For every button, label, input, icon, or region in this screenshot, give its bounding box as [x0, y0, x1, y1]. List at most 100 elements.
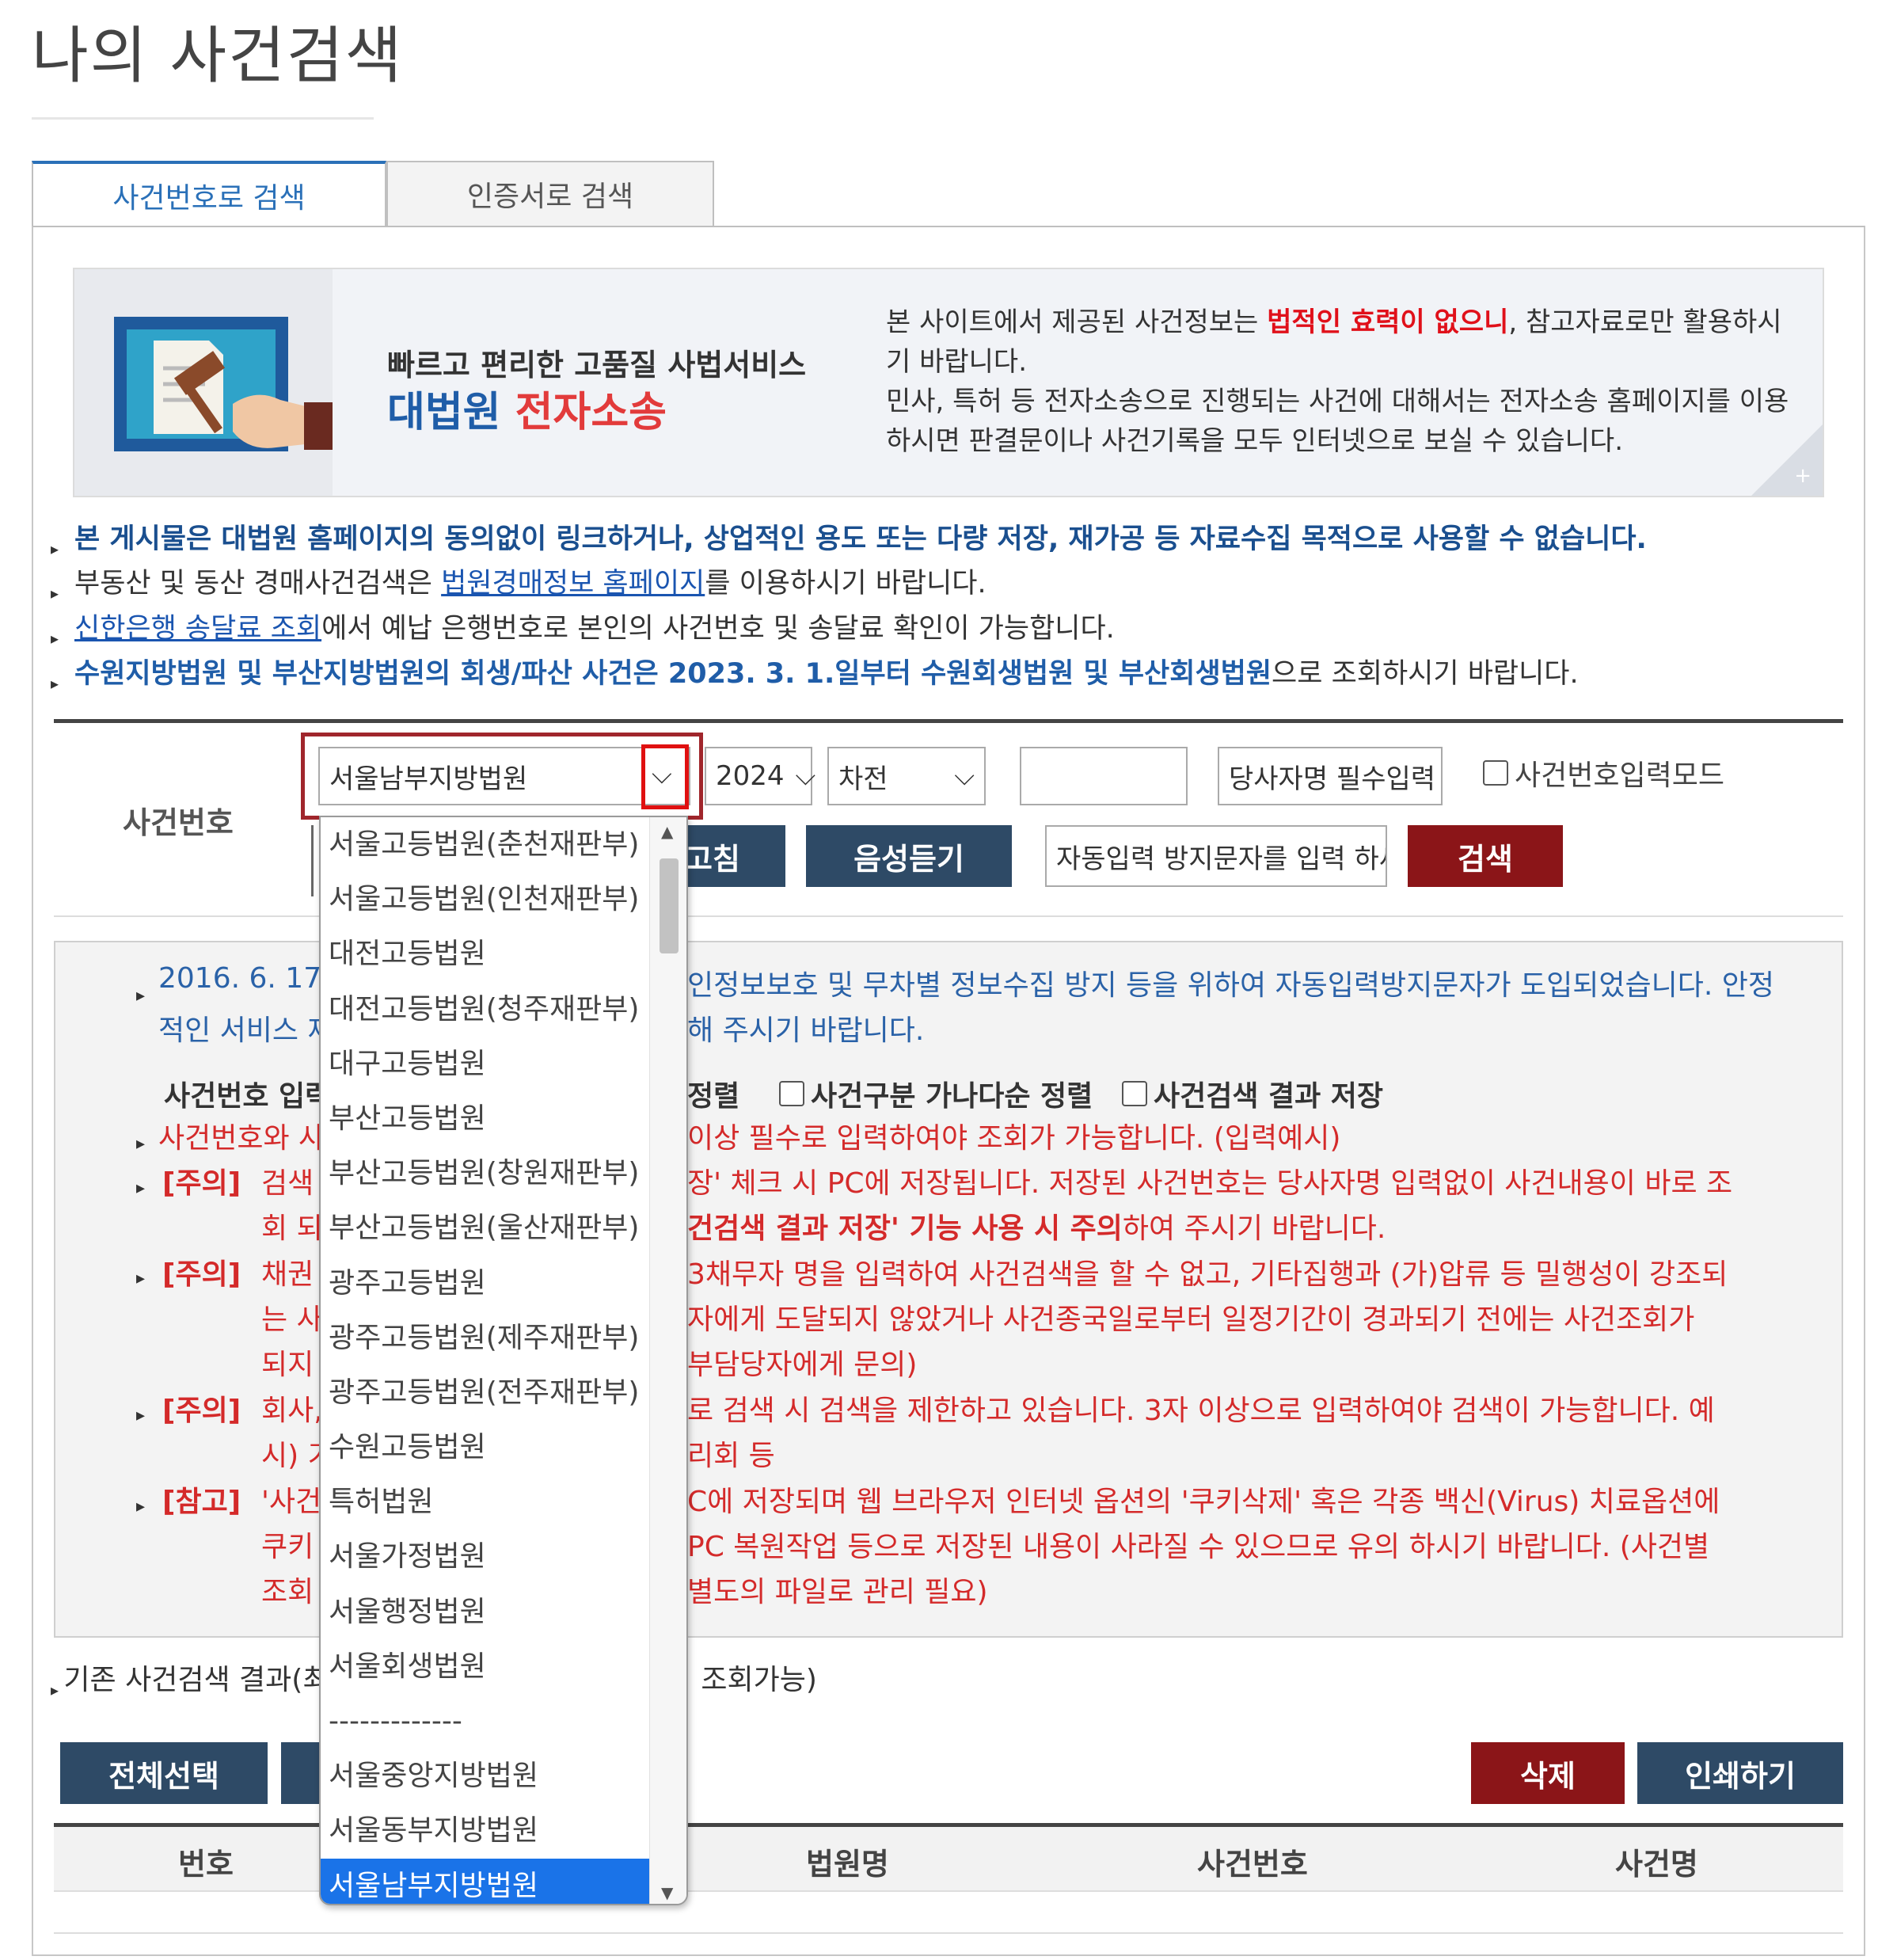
caution-text-6: 부담당자에게 문의) [687, 1349, 918, 1381]
bullet-arrow-icon: ▸ [136, 1134, 146, 1154]
notice-captcha-date: 2016. 6. 17. [158, 962, 331, 995]
case-serial-input[interactable] [1020, 747, 1188, 805]
reference-text: '사건 [261, 1486, 322, 1518]
column-header-court: 법원명 [806, 1847, 889, 1882]
caution-text: 검색 [261, 1167, 314, 1200]
case-number-mode-checkbox[interactable]: 사건번호입력모드 [1483, 752, 1724, 794]
captcha-audio-button[interactable]: 음성듣기 [806, 825, 1012, 887]
brand-ecourt: 전자소송 [515, 389, 667, 436]
chevron-down-icon: ⌵ [795, 760, 816, 792]
delete-button[interactable]: 삭제 [1471, 1742, 1625, 1804]
caution-text-3: 회 되 [261, 1212, 323, 1245]
notice-bullet-2: ▸ 부동산 및 동산 경매사건검색은 법원경매정보 홈페이지를 이용하시기 바랍니… [51, 568, 987, 603]
court-option[interactable]: 서울행정법원 [321, 1585, 652, 1639]
bullet-arrow-icon: ▸ [136, 1178, 146, 1198]
reference-text-5: 조회 [261, 1576, 314, 1608]
scroll-down-arrow-icon[interactable]: ▼ [661, 1883, 673, 1902]
court-option[interactable]: 부산고등법원(창원재판부) [321, 1146, 652, 1201]
page-title: 나의 사건검색 [32, 21, 404, 92]
column-header-number: 번호 [178, 1847, 234, 1882]
table-row-divider [54, 1932, 1843, 1934]
captcha-image-edge [311, 825, 316, 896]
court-option[interactable]: 서울동부지방법원 [321, 1803, 652, 1858]
year-select[interactable]: 2024 ⌵ [705, 747, 815, 805]
caution-text-2: 3채무자 명을 입력하여 사건검색을 할 수 없고, 기타집행과 (가)압류 등… [687, 1258, 1728, 1291]
caution-text-3: 는 사 [261, 1303, 323, 1336]
banner-more-corner[interactable] [1751, 424, 1823, 496]
reference-text-4: PC 복원작업 등으로 저장된 내용이 사라질 수 있으므로 유의 하시기 바랍… [687, 1531, 1710, 1563]
scrollbar-thumb[interactable] [660, 858, 679, 953]
court-option[interactable]: 서울남부지방법원 [321, 1858, 652, 1904]
search-button[interactable]: 검색 [1408, 825, 1563, 887]
chevron-down-icon: ⌵ [954, 760, 975, 792]
notice-required-text-2: 이상 필수로 입력하여야 조회가 가능합니다. (입력예시) [687, 1122, 1341, 1155]
banner-tagline: 빠르고 편리한 고품질 사법서비스 [387, 348, 807, 382]
banner-notice: 본 사이트에서 제공된 사건정보는 법적인 효력이 없으니, 참고자료로만 활용… [886, 306, 1789, 457]
court-option[interactable]: 부산고등법원(울산재판부) [321, 1201, 652, 1255]
caution-text-2: 로 검색 시 검색을 제한하고 있습니다. 3자 이상으로 입력하여야 검색이 … [687, 1395, 1715, 1427]
dropdown-options: 서울고등법원(춘천재판부) 서울고등법원(인천재판부) 대전고등법원 대전고등법원(청… [321, 817, 652, 1904]
sort-option-label: 정렬 [687, 1080, 740, 1113]
caution-text-2: 장' 체크 시 PC에 저장됩니다. 저장된 사건번호는 당사자명 입력없이 사… [687, 1167, 1733, 1200]
brand-court: 대법원 [387, 389, 501, 436]
ecourt-banner[interactable]: 빠르고 편리한 고품질 사법서비스 대법원 전자소송 본 사이트에서 제공된 사… [73, 268, 1824, 497]
banner-illustration [74, 269, 333, 496]
court-option[interactable]: 대전고등법원 [321, 927, 652, 981]
auction-site-link[interactable]: 법원경매정보 홈페이지 [441, 568, 705, 599]
caution-text: 회사, [261, 1395, 323, 1427]
case-input-options-label: 사건번호 입력 [164, 1080, 332, 1113]
caution-text-5: 되지 [261, 1349, 314, 1381]
reference-text-6: 별도의 파일로 관리 필요) [687, 1576, 988, 1608]
court-dropdown-list[interactable]: 서울고등법원(춘천재판부) 서울고등법원(인천재판부) 대전고등법원 대전고등법원(청… [319, 816, 688, 1905]
court-option[interactable]: 대구고등법원 [321, 1037, 652, 1091]
court-option[interactable]: 부산고등법원 [321, 1091, 652, 1146]
court-option[interactable]: 광주고등법원(제주재판부) [321, 1311, 652, 1365]
bullet-arrow-icon: ▸ [136, 1406, 146, 1425]
dropdown-scrollbar[interactable]: ▲ ▼ [649, 817, 686, 1904]
caution-label: [주의] [162, 1395, 241, 1427]
notice-required-text: 사건번호와 사 [158, 1122, 325, 1155]
caution-text-4: 건검색 결과 저장' 기능 사용 시 주의하여 주시기 바랍니다. [687, 1212, 1386, 1245]
caution-text: 채권 [261, 1258, 314, 1291]
court-option[interactable]: 광주고등법원(전주재판부) [321, 1365, 652, 1420]
case-type-select[interactable]: 차전 ⌵ [827, 747, 986, 805]
title-divider [32, 117, 374, 120]
court-option[interactable]: 수원고등법원 [321, 1420, 652, 1475]
bullet-arrow-icon: ▸ [136, 1497, 146, 1517]
bullet-arrow-icon: ▸ [136, 1269, 146, 1288]
select-all-button[interactable]: 전체선택 [60, 1742, 268, 1804]
caution-text-4: 자에게 도달되지 않았거나 사건종국일로부터 일정기간이 경과되기 전에는 사건… [687, 1303, 1695, 1336]
save-results-checkbox[interactable]: 사건검색 결과 저장 [1122, 1073, 1383, 1114]
bullet-arrow-icon: ▸ [136, 986, 146, 1006]
court-option[interactable]: 서울가정법원 [321, 1529, 652, 1584]
party-name-input[interactable]: 당사자명 필수입력 [1218, 747, 1443, 805]
print-button[interactable]: 인쇄하기 [1637, 1742, 1843, 1804]
tab-search-by-certificate[interactable]: 인증서로 검색 [386, 161, 714, 227]
caution-text-4: 리회 등 [687, 1440, 775, 1472]
tab-search-by-case-number[interactable]: 사건번호로 검색 [32, 161, 386, 227]
sort-by-type-checkbox[interactable]: 사건구분 가나다순 정렬 [779, 1073, 1093, 1114]
court-option[interactable]: 서울중앙지방법원 [321, 1749, 652, 1803]
court-option[interactable]: ------------- [321, 1694, 652, 1749]
notice-captcha-text-2: 적인 서비스 제 [158, 1014, 334, 1047]
reference-text-3: 쿠키 [261, 1531, 314, 1563]
reference-label: [참고] [162, 1486, 241, 1518]
court-option[interactable]: 서울회생법원 [321, 1639, 652, 1694]
column-header-case-number: 사건번호 [1197, 1847, 1308, 1882]
chevron-down-icon[interactable]: ⌵ [652, 759, 672, 790]
plus-icon[interactable]: + [1794, 464, 1811, 488]
captcha-input[interactable]: 자동입력 방지문자를 입력 하세요 [1045, 825, 1387, 887]
checkbox [1483, 760, 1508, 786]
shinhan-fee-link[interactable]: 신한은행 송달료 조회 [74, 613, 321, 645]
column-header-case-name: 사건명 [1615, 1847, 1698, 1882]
court-option[interactable]: 광주고등법원 [321, 1256, 652, 1311]
case-number-label: 사건번호 [123, 805, 234, 840]
court-option[interactable]: 서울고등법원(인천재판부) [321, 872, 652, 927]
caution-label: [주의] [162, 1167, 241, 1200]
notice-bullet-4: ▸ 수원지방법원 및 부산지방법원의 회생/파산 사건은 2023. 3. 1.일… [51, 658, 1579, 693]
court-option[interactable]: 대전고등법원(청주재판부) [321, 982, 652, 1037]
court-option[interactable]: 특허법원 [321, 1475, 652, 1529]
court-option[interactable]: 서울고등법원(춘천재판부) [321, 817, 652, 872]
scroll-up-arrow-icon[interactable]: ▲ [661, 822, 673, 841]
court-select[interactable]: 서울남부지방법원 [318, 747, 690, 805]
